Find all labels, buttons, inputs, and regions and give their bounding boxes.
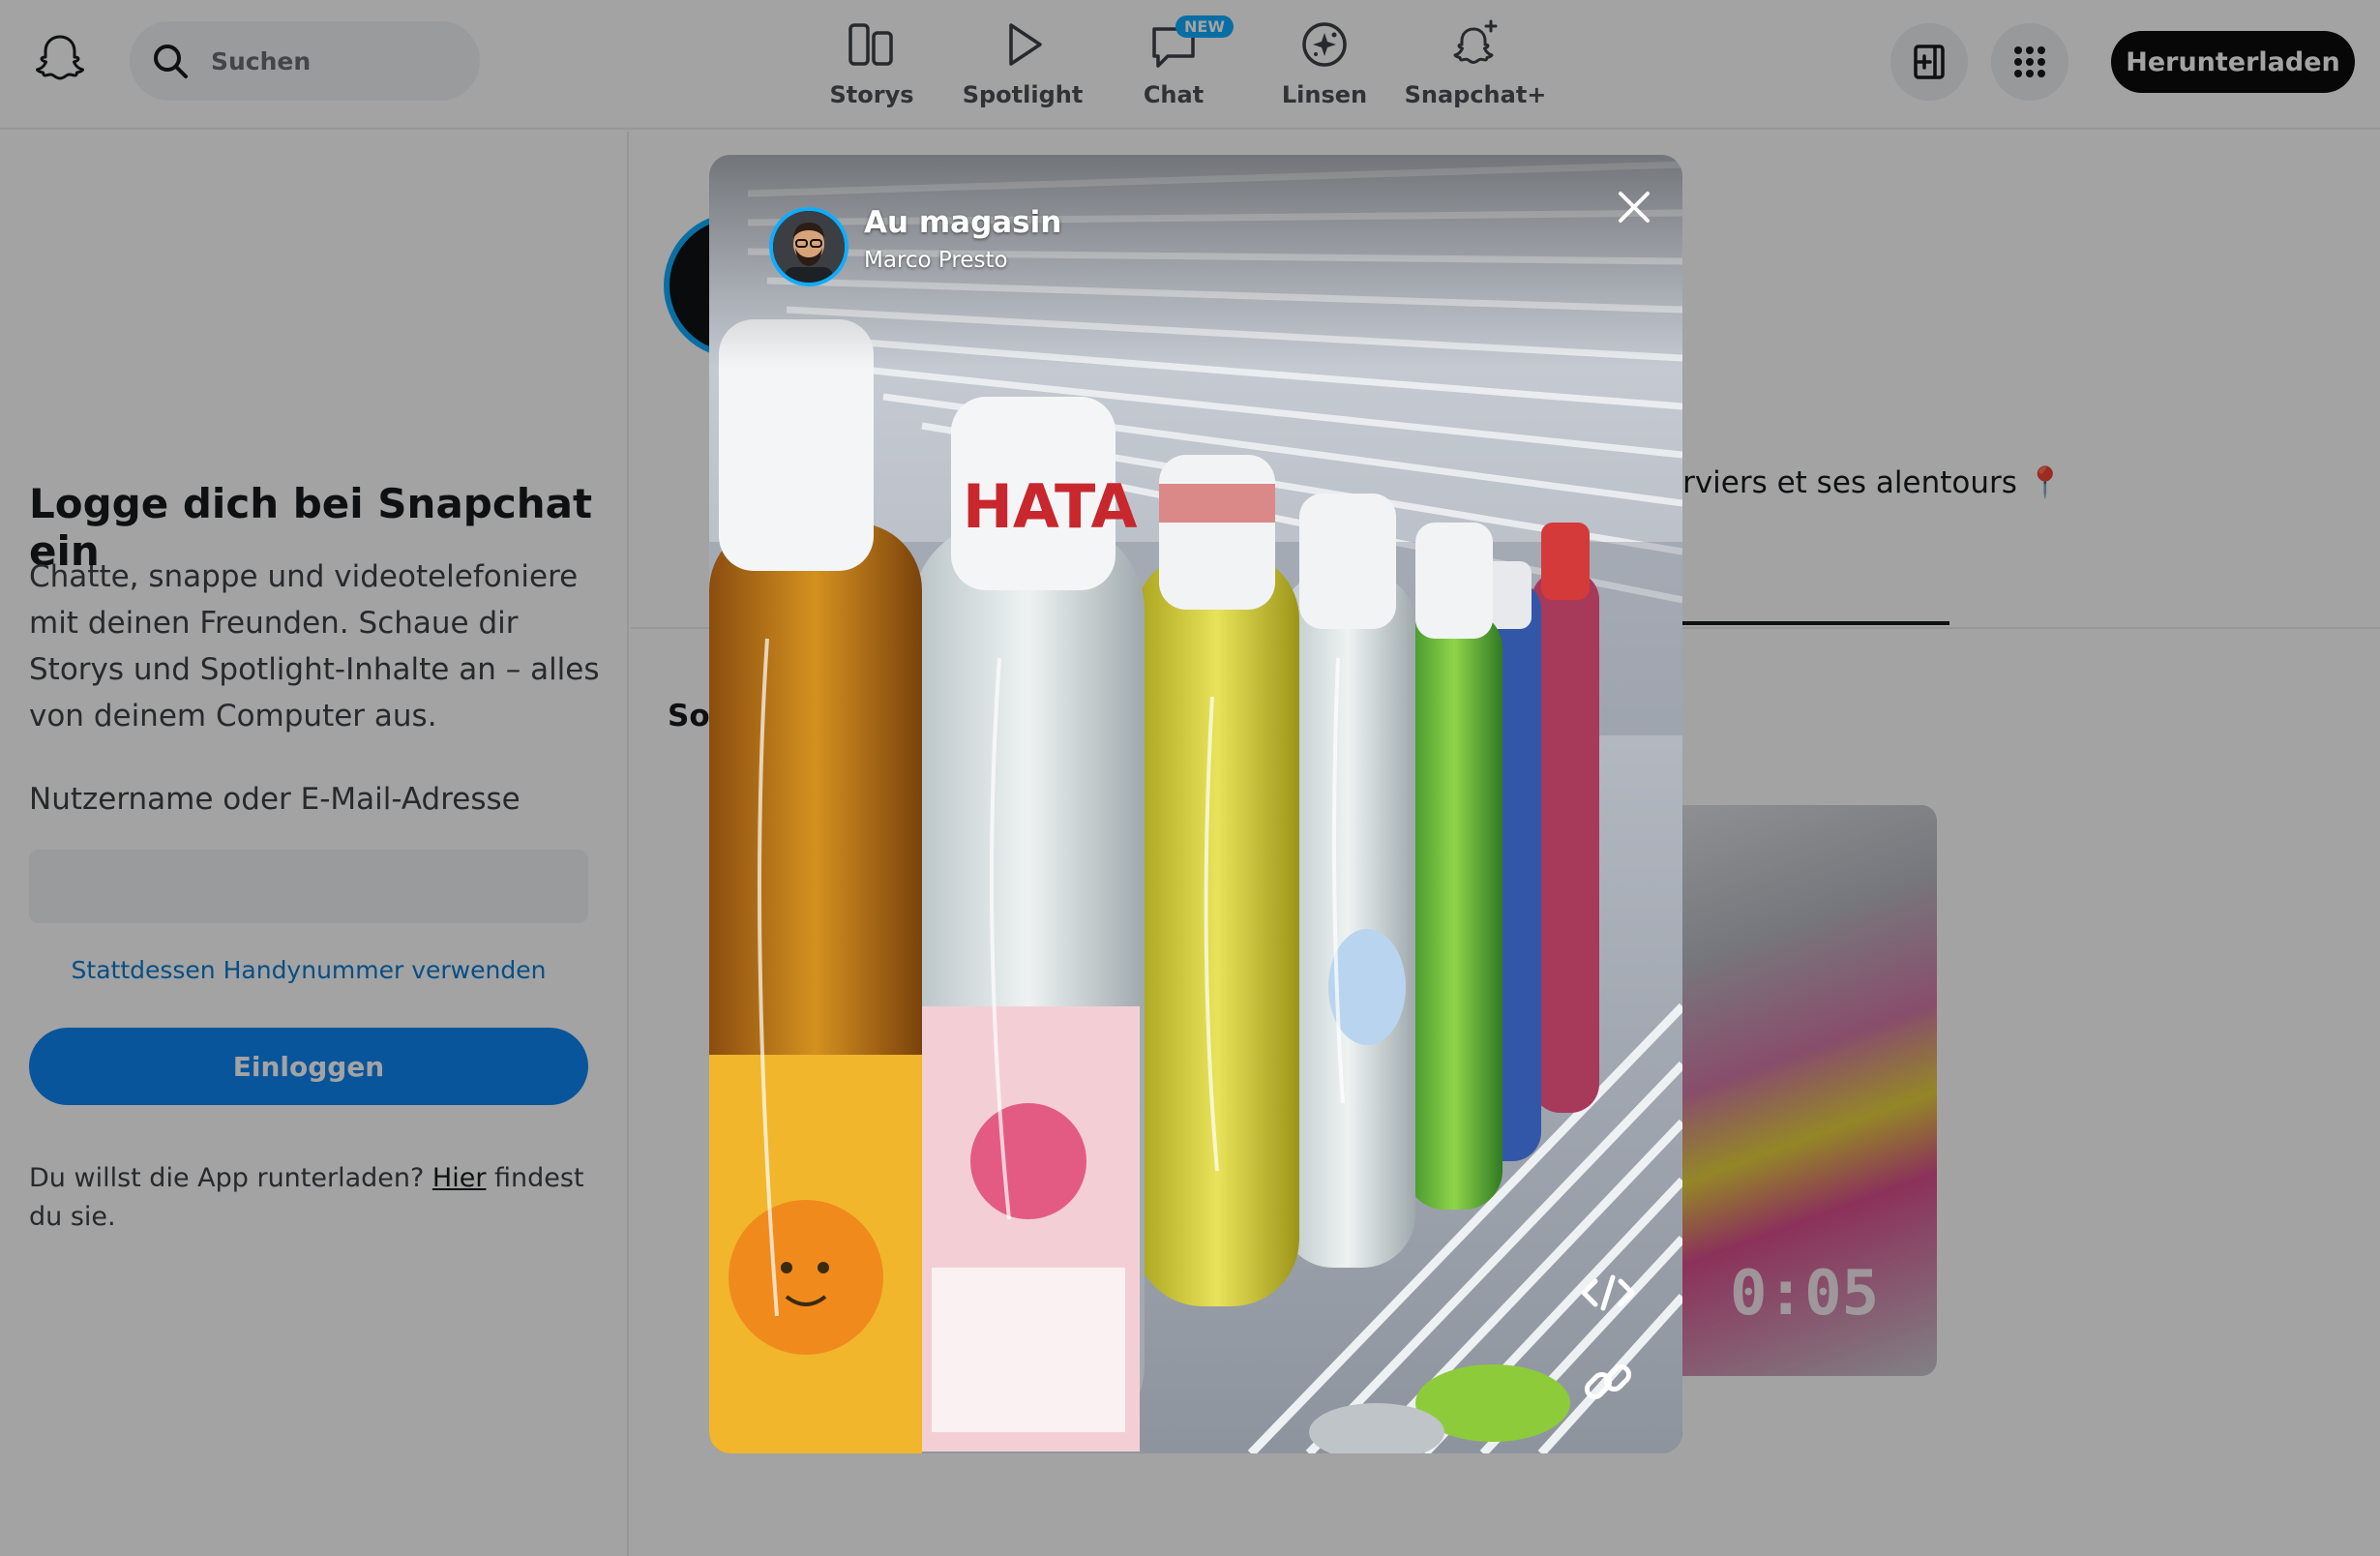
story-header-shade (709, 155, 1682, 368)
embed-code-icon[interactable] (1576, 1264, 1640, 1322)
copy-link-icon[interactable] (1578, 1353, 1638, 1411)
bitmoji-avatar-icon (773, 211, 845, 283)
close-icon[interactable] (1607, 180, 1661, 234)
story-author-name[interactable]: Marco Presto (864, 248, 1008, 273)
story-viewer: HATA Au magasin Marco Presto (709, 155, 1682, 1453)
story-author-avatar[interactable] (769, 207, 848, 286)
svg-text:HATA: HATA (963, 471, 1138, 542)
story-title: Au magasin (864, 205, 1062, 240)
